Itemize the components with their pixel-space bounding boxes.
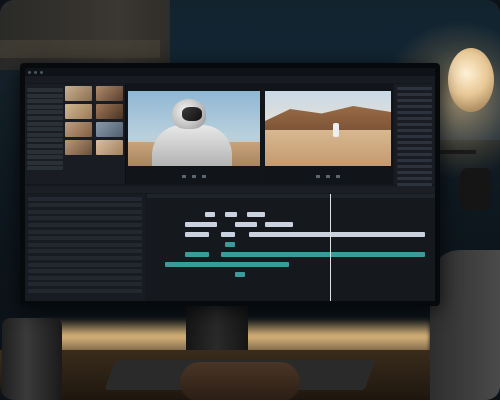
astronaut-frame [128,91,260,166]
video-clip [225,212,237,217]
person-shoulder [430,250,500,400]
clip-thumbnail [96,104,123,119]
globe-lamp [448,48,494,112]
source-viewer [126,84,262,184]
video-clip [249,232,425,237]
audio-clip [185,252,209,257]
media-bin [25,84,126,184]
astronaut-figure [333,123,339,137]
background-shelf [0,40,160,58]
photo-scene [0,0,500,400]
program-transport-controls [263,172,393,180]
clip-thumbnail [96,86,123,101]
video-clip [247,212,265,217]
editor-titlebar [25,68,435,76]
desert-frame [265,91,391,166]
audio-clip [165,262,289,267]
mug [2,318,62,400]
audio-clip [225,242,235,247]
track-headers [25,194,145,301]
timeline-toolbar [25,186,435,193]
video-clip [185,232,209,237]
playhead [330,194,331,301]
timeline [25,186,435,301]
video-clip [185,222,217,227]
microphone [460,168,492,210]
clip-thumbnail [65,86,92,101]
clip-thumbnail [65,122,92,137]
monitor [20,63,440,306]
bin-thumbnails [65,86,123,155]
video-clip [235,222,257,227]
program-viewer [263,84,393,184]
audio-clip [221,252,425,257]
audio-clip [235,272,245,277]
clip-thumbnail [65,104,92,119]
video-editor-screen [25,68,435,301]
video-clip [265,222,293,227]
clip-thumbnail [96,140,123,155]
video-clip [221,232,235,237]
clip-thumbnail [65,140,92,155]
hand [180,362,300,400]
clip-thumbnail [96,122,123,137]
editor-menu [25,76,435,83]
inspector-panel [394,84,435,204]
timeline-ruler [147,194,435,198]
background-wall [0,0,170,70]
video-clip [205,212,215,217]
source-transport-controls [126,172,262,180]
bin-folder-tree [27,88,63,172]
